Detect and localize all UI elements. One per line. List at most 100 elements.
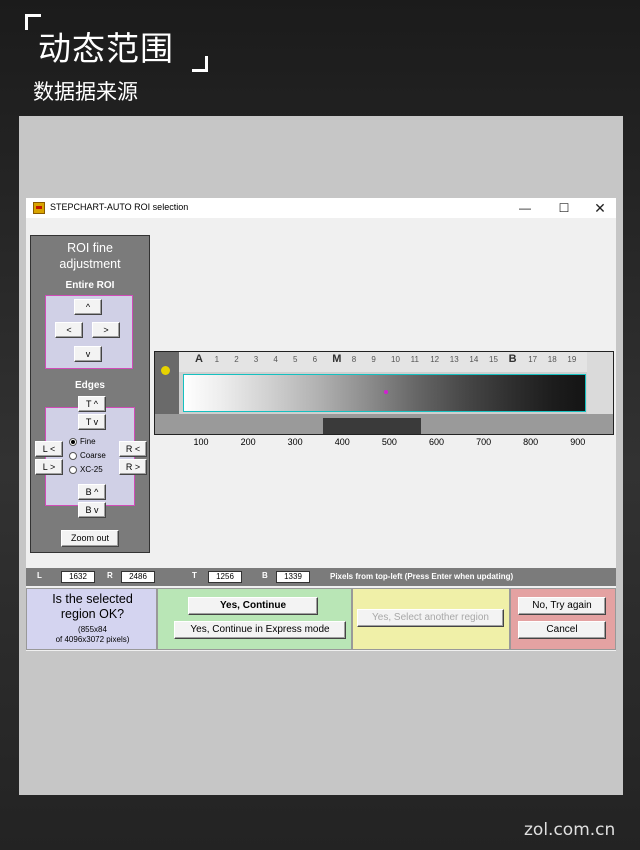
- chart-patch-label: 10: [391, 355, 400, 364]
- chart-patch-label: 9: [371, 355, 376, 364]
- step-option-xc25[interactable]: XC-25: [69, 464, 103, 476]
- roi-center-marker: [384, 390, 388, 394]
- chart-patch-label: 8: [351, 355, 357, 364]
- left-coord-field[interactable]: 1632: [61, 571, 95, 583]
- chart-patch-label: M: [332, 353, 342, 365]
- bottom-coord-label: B: [262, 571, 268, 580]
- axis-tick-label: 200: [240, 437, 256, 447]
- select-another-panel: Yes, Select another region: [352, 588, 510, 650]
- chart-patch-label: 18: [547, 355, 557, 364]
- confirmation-row: Is the selected region OK? (855x84 of 40…: [26, 588, 616, 650]
- window-titlebar[interactable]: STEPCHART-AUTO ROI selection — ☐ ✕: [26, 198, 616, 218]
- article-subtitle: 数据据来源: [33, 80, 138, 104]
- image-size: of 4096x3072 pixels): [55, 635, 130, 644]
- step-option-label: XC-25: [80, 465, 103, 474]
- right-edge-right-button[interactable]: R >: [119, 459, 147, 475]
- region-dimensions: (855x84 of 4096x3072 pixels): [27, 625, 158, 645]
- chart-bottom-area: [155, 414, 613, 434]
- chart-patch-label: A: [195, 353, 203, 365]
- corner-bracket-bottom-right: [192, 56, 208, 72]
- move-roi-right-button[interactable]: >: [92, 322, 120, 338]
- chart-patch-label: 19: [567, 355, 577, 364]
- roi-adjustment-panel: ROI fine adjustment Entire ROI ^ < > v E…: [30, 235, 150, 553]
- chart-patch-label: 5: [293, 355, 298, 364]
- left-edge-right-button[interactable]: L >: [35, 459, 63, 475]
- radio-unselected-icon: [69, 451, 77, 460]
- radio-selected-icon: [69, 437, 77, 446]
- site-watermark: zol.com.cn: [524, 820, 616, 840]
- stepchart-image[interactable]: A 1 2 3 4 5 6 M 8 9 10 11 12 13 14 15 B 17 18 19: [154, 351, 614, 435]
- chart-patch-label: 17: [528, 355, 538, 364]
- chart-dark-strip: [323, 418, 421, 434]
- left-edge-left-button[interactable]: L <: [35, 441, 63, 457]
- chart-patch-labels: A 1 2 3 4 5 6 M 8 9 10 11 12 13 14 15 B 17 18 19: [155, 353, 613, 369]
- panel-title-line2: adjustment: [59, 257, 121, 271]
- maximize-icon[interactable]: ☐: [552, 199, 576, 217]
- close-icon[interactable]: ✕: [588, 199, 612, 217]
- right-coord-label: R: [107, 571, 113, 580]
- yellow-marker-icon: [161, 366, 170, 375]
- edges-label: Edges: [74, 380, 105, 391]
- move-roi-down-button[interactable]: v: [74, 346, 102, 362]
- axis-tick-label: 800: [523, 437, 539, 447]
- step-option-fine[interactable]: Fine: [69, 436, 96, 448]
- minimize-icon[interactable]: —: [513, 199, 537, 217]
- top-edge-down-button[interactable]: T v: [78, 414, 106, 430]
- entire-roi-label: Entire ROI: [65, 280, 115, 291]
- chart-patch-label: 12: [430, 355, 440, 364]
- select-another-region-button[interactable]: Yes, Select another region: [357, 609, 504, 627]
- move-roi-left-button[interactable]: <: [55, 322, 83, 338]
- right-coord-field[interactable]: 2486: [121, 571, 155, 583]
- chart-patch-label: 1: [214, 355, 220, 364]
- axis-tick-label: 500: [381, 437, 397, 447]
- axis-tick-label: 100: [193, 437, 209, 447]
- roi-selection-window: STEPCHART-AUTO ROI selection — ☐ ✕ ROI f…: [26, 198, 616, 651]
- step-option-label: Fine: [80, 437, 96, 446]
- top-coord-label: T: [192, 571, 197, 580]
- region-ok-question: Is the selected region OK?: [27, 592, 158, 622]
- chart-patch-label: 11: [410, 355, 419, 364]
- x-axis-ticks: 100 200 300 400 500 600 700 800 900: [154, 436, 614, 456]
- chart-patch-label: 3: [253, 355, 259, 364]
- chart-label-strip: A 1 2 3 4 5 6 M 8 9 10 11 12 13 14 15 B 17 18 19: [155, 352, 613, 372]
- zoom-out-button[interactable]: Zoom out: [61, 530, 119, 547]
- axis-tick-label: 300: [287, 437, 303, 447]
- axis-tick-label: 700: [476, 437, 492, 447]
- chart-patch-label: 4: [273, 355, 278, 364]
- left-coord-label: L: [37, 571, 42, 580]
- axis-tick-label: 900: [570, 437, 586, 447]
- article-header: 动态范围 数据据来源: [0, 0, 640, 115]
- move-roi-up-button[interactable]: ^: [74, 299, 102, 315]
- chart-patch-label: B: [508, 353, 517, 365]
- panel-title-line1: ROI fine: [67, 241, 113, 255]
- region-size: (855x84: [78, 625, 107, 634]
- coords-note: Pixels from top-left (Press Enter when u…: [330, 572, 514, 581]
- cancel-button[interactable]: Cancel: [518, 621, 606, 639]
- chart-patch-label: 6: [312, 355, 318, 364]
- chart-patch-label: 2: [234, 355, 239, 364]
- try-again-button[interactable]: No, Try again: [518, 597, 606, 615]
- chart-patch-label: 14: [469, 355, 479, 364]
- bottom-edge-up-button[interactable]: B ^: [78, 484, 106, 500]
- yes-continue-button[interactable]: Yes, Continue: [188, 597, 318, 615]
- yes-express-button[interactable]: Yes, Continue in Express mode: [174, 621, 346, 639]
- bottom-coord-field[interactable]: 1339: [276, 571, 310, 583]
- step-option-coarse[interactable]: Coarse: [69, 450, 106, 462]
- top-coord-field[interactable]: 1256: [208, 571, 242, 583]
- bottom-edge-down-button[interactable]: B v: [78, 502, 106, 518]
- right-edge-left-button[interactable]: R <: [119, 441, 147, 457]
- region-ok-panel: Is the selected region OK? (855x84 of 40…: [26, 588, 157, 650]
- top-edge-up-button[interactable]: T ^: [78, 396, 106, 412]
- retry-panel: No, Try again Cancel: [510, 588, 616, 650]
- axis-tick-label: 400: [334, 437, 350, 447]
- chart-patch-label: 13: [449, 355, 459, 364]
- article-title: 动态范围: [38, 29, 174, 68]
- continue-panel: Yes, Continue Yes, Continue in Express m…: [157, 588, 352, 650]
- step-option-label: Coarse: [80, 451, 106, 460]
- radio-unselected-icon: [69, 465, 77, 474]
- question-line2: region OK?: [60, 607, 125, 621]
- question-line1: Is the selected: [52, 592, 133, 606]
- chart-patch-label: 15: [489, 355, 498, 364]
- matlab-app-icon: [33, 202, 45, 214]
- window-title: STEPCHART-AUTO ROI selection: [50, 202, 189, 212]
